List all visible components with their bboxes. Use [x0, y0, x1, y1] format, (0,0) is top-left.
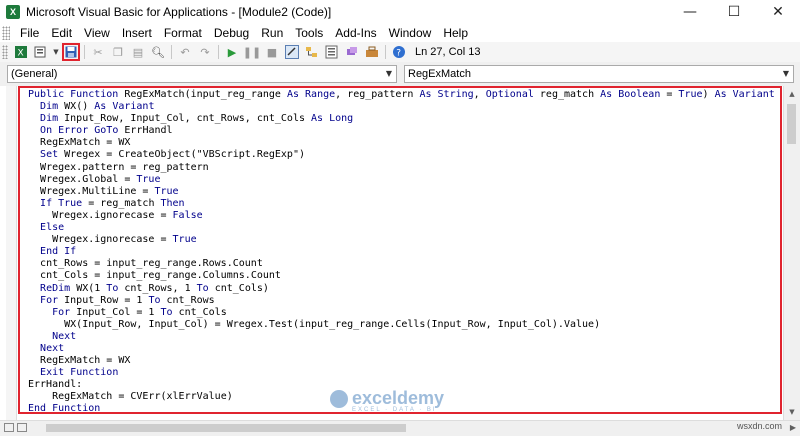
code-line[interactable]: ErrHandl: — [28, 379, 775, 391]
code-line[interactable]: ReDim WX(1 To cnt_Rows, 1 To cnt_Cols) — [28, 283, 775, 295]
menu-add-ins[interactable]: Add-Ins — [329, 24, 382, 42]
code-line[interactable]: If True = reg_match Then — [28, 198, 775, 210]
help-icon[interactable]: ? — [390, 43, 408, 61]
svg-text:X: X — [18, 49, 24, 59]
window-controls: — ☐ ✕ — [668, 0, 800, 24]
code-line[interactable]: End If — [28, 246, 775, 258]
toolbar-grip-handle[interactable] — [2, 45, 8, 59]
run-icon[interactable]: ▶ — [223, 43, 241, 61]
menu-format[interactable]: Format — [158, 24, 208, 42]
code-window-combos: (General) ▼ RegExMatch ▼ — [0, 62, 800, 86]
view-toggle-group — [4, 423, 27, 432]
object-dropdown-value: (General) — [11, 68, 58, 80]
vba-code-text[interactable]: Public Function RegExMatch(input_reg_ran… — [28, 89, 775, 412]
vba-app-icon: X — [6, 5, 20, 19]
code-line[interactable]: For Input_Row = 1 To cnt_Rows — [28, 295, 775, 307]
code-line[interactable]: Wregex.ignorecase = False — [28, 210, 775, 222]
code-line[interactable]: cnt_Cols = input_reg_range.Columns.Count — [28, 270, 775, 282]
reset-icon[interactable]: ■ — [263, 43, 281, 61]
margin-indicator-bar[interactable] — [6, 86, 17, 420]
copy-icon[interactable]: ❐ — [109, 43, 127, 61]
toolbar-separator — [218, 45, 219, 59]
title-bar: X Microsoft Visual Basic for Application… — [0, 0, 800, 24]
find-icon[interactable]: 🔍︎ — [149, 43, 167, 61]
full-module-view-icon[interactable] — [17, 423, 27, 432]
menu-bar: File Edit View Insert Format Debug Run T… — [0, 24, 800, 42]
object-browser-icon[interactable] — [343, 43, 361, 61]
menu-window[interactable]: Window — [383, 24, 438, 42]
window-title: Microsoft Visual Basic for Applications … — [26, 5, 332, 19]
code-line[interactable]: Next — [28, 343, 775, 355]
toolbar-separator — [171, 45, 172, 59]
code-line[interactable]: End Function — [28, 403, 775, 412]
chevron-down-icon[interactable]: ▼ — [779, 66, 793, 82]
toolbar-separator — [84, 45, 85, 59]
code-line[interactable]: Dim Input_Row, Input_Col, cnt_Rows, cnt_… — [28, 113, 775, 125]
horizontal-scrollbar[interactable]: ▶ — [0, 420, 800, 436]
vertical-scrollbar[interactable]: ▲ ▼ — [783, 86, 800, 420]
cut-icon[interactable]: ✂ — [89, 43, 107, 61]
code-line[interactable]: Next — [28, 331, 775, 343]
excel-icon[interactable]: X — [12, 43, 30, 61]
code-line[interactable]: Exit Function — [28, 367, 775, 379]
code-line[interactable]: RegExMatch = CVErr(xlErrValue) — [28, 391, 775, 403]
code-line[interactable]: Wregex.pattern = reg_pattern — [28, 162, 775, 174]
svg-text:?: ? — [396, 49, 401, 59]
code-line[interactable]: On Error GoTo ErrHandl — [28, 125, 775, 137]
scroll-down-arrow-icon[interactable]: ▼ — [784, 404, 800, 420]
toolbar-separator — [385, 45, 386, 59]
menu-edit[interactable]: Edit — [45, 24, 78, 42]
code-editor[interactable]: Public Function RegExMatch(input_reg_ran… — [0, 86, 800, 420]
menu-tools[interactable]: Tools — [289, 24, 329, 42]
source-credit: wsxdn.com — [736, 421, 782, 431]
minimize-button[interactable]: — — [668, 0, 712, 24]
design-mode-icon[interactable] — [283, 43, 301, 61]
standard-toolbar: X ▼ ✂ ❐ ▤ 🔍︎ ↶ ↷ ▶ ❚❚ ■ ? Ln 27, Col 13 — [0, 42, 800, 63]
maximize-button[interactable]: ☐ — [712, 0, 756, 24]
toolbox-icon[interactable] — [363, 43, 381, 61]
code-line[interactable]: Wregex.ignorecase = True — [28, 234, 775, 246]
horizontal-scroll-thumb[interactable] — [46, 424, 406, 432]
code-line[interactable]: Wregex.MultiLine = True — [28, 186, 775, 198]
object-dropdown[interactable]: (General) ▼ — [7, 65, 397, 83]
menu-debug[interactable]: Debug — [208, 24, 255, 42]
code-line[interactable]: Wregex.Global = True — [28, 174, 775, 186]
procedure-dropdown[interactable]: RegExMatch ▼ — [404, 65, 794, 83]
menu-view[interactable]: View — [78, 24, 116, 42]
code-line[interactable]: cnt_Rows = input_reg_range.Rows.Count — [28, 258, 775, 270]
code-highlight-frame: Public Function RegExMatch(input_reg_ran… — [18, 86, 782, 414]
vertical-scroll-thumb[interactable] — [787, 104, 796, 144]
menu-grip-handle[interactable] — [2, 26, 10, 40]
menu-file[interactable]: File — [14, 24, 45, 42]
procedure-view-icon[interactable] — [4, 423, 14, 432]
code-line[interactable]: Dim WX() As Variant — [28, 101, 775, 113]
code-line[interactable]: Public Function RegExMatch(input_reg_ran… — [28, 89, 775, 101]
undo-icon[interactable]: ↶ — [176, 43, 194, 61]
properties-icon[interactable] — [323, 43, 341, 61]
code-line[interactable]: RegExMatch = WX — [28, 137, 775, 149]
save-icon[interactable] — [62, 43, 80, 61]
paste-icon[interactable]: ▤ — [129, 43, 147, 61]
scroll-up-arrow-icon[interactable]: ▲ — [784, 86, 800, 102]
insert-module-icon[interactable] — [32, 43, 50, 61]
code-line[interactable]: WX(Input_Row, Input_Col) = Wregex.Test(i… — [28, 319, 775, 331]
redo-icon[interactable]: ↷ — [196, 43, 214, 61]
menu-run[interactable]: Run — [255, 24, 289, 42]
code-line[interactable]: Else — [28, 222, 775, 234]
break-icon[interactable]: ❚❚ — [243, 43, 261, 61]
code-line[interactable]: Set Wregex = CreateObject("VBScript.RegE… — [28, 149, 775, 161]
close-button[interactable]: ✕ — [756, 0, 800, 24]
menu-help[interactable]: Help — [437, 24, 474, 42]
cursor-position-status: Ln 27, Col 13 — [415, 46, 481, 58]
chevron-down-icon[interactable]: ▼ — [52, 43, 60, 61]
code-line[interactable]: RegExMatch = WX — [28, 355, 775, 367]
chevron-down-icon[interactable]: ▼ — [382, 66, 396, 82]
menu-insert[interactable]: Insert — [116, 24, 158, 42]
project-explorer-icon[interactable] — [303, 43, 321, 61]
scroll-right-arrow-icon[interactable]: ▶ — [790, 423, 796, 432]
procedure-dropdown-value: RegExMatch — [408, 68, 471, 80]
code-line[interactable]: For Input_Col = 1 To cnt_Cols — [28, 307, 775, 319]
